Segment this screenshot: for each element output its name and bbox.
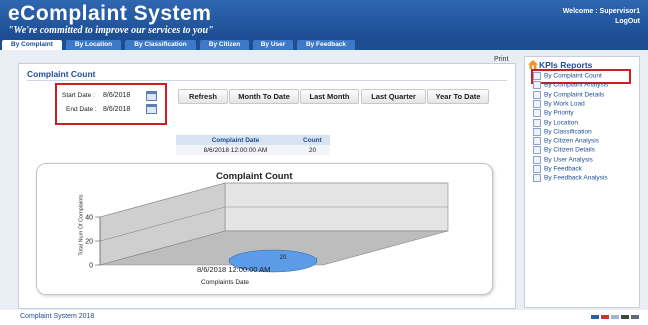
tab-by-feedback[interactable]: By Feedback: [297, 40, 355, 50]
tab-by-user[interactable]: By User: [253, 40, 293, 50]
kpi-item-by-work-load[interactable]: By Work Load: [533, 99, 585, 108]
theme-swatch[interactable]: [601, 315, 609, 319]
kpi-item-by-user-analysis[interactable]: By User Analysis: [533, 155, 593, 164]
refresh-button[interactable]: Refresh: [178, 89, 228, 104]
theme-swatch[interactable]: [631, 315, 639, 319]
document-icon: [533, 90, 541, 99]
month-to-date-button[interactable]: Month To Date: [229, 89, 299, 104]
kpi-item-by-feedback[interactable]: By Feedback: [533, 165, 582, 173]
document-icon: [533, 137, 541, 146]
kpi-item-label: By Work Load: [544, 100, 585, 108]
kpi-item-label: By Complaint Count: [544, 72, 602, 80]
tab-by-location[interactable]: By Location: [66, 40, 121, 50]
kpi-item-by-feedback-analysis[interactable]: By Feedback Analysis: [533, 174, 608, 183]
x-axis-title: Complaints Date: [201, 279, 250, 286]
kpi-item-label: By Feedback Analysis: [544, 175, 608, 183]
kpi-item-by-citizen-details[interactable]: By Citizen Details: [533, 146, 595, 155]
last-quarter-button[interactable]: Last Quarter: [361, 89, 426, 104]
kpi-item-label: By Priority: [544, 109, 574, 117]
divider: [27, 80, 507, 81]
tab-by-complaint[interactable]: By Complaint: [2, 40, 62, 50]
cell-date: 8/6/2018 12:00:00 AM: [176, 145, 295, 155]
home-icon: [528, 60, 538, 69]
kpi-item-label: By Complaint Analysis: [544, 82, 609, 90]
year-to-date-button[interactable]: Year To Date: [427, 89, 489, 104]
document-icon: [533, 72, 541, 80]
theme-swatch[interactable]: [611, 315, 619, 319]
kpi-item-by-citizen-analysis[interactable]: By Citizen Analysis: [533, 137, 599, 146]
kpi-item-label: By Feedback: [544, 165, 582, 173]
document-icon: [533, 146, 541, 155]
document-icon: [533, 155, 541, 164]
start-date-field[interactable]: 8/6/2018: [103, 92, 130, 99]
kpi-item-by-complaint-details[interactable]: By Complaint Details: [533, 90, 605, 99]
kpi-item-label: By Citizen Details: [544, 147, 595, 155]
chart-frame: [36, 163, 493, 295]
kpi-item-by-classification[interactable]: By Classification: [533, 127, 592, 136]
cell-count: 20: [294, 145, 330, 155]
app-title: eComplaint System: [8, 2, 212, 25]
theme-swatch[interactable]: [591, 315, 599, 319]
x-tick-label: 8/6/2018 12:00:00 AM: [197, 265, 271, 274]
kpi-item-label: By User Analysis: [544, 156, 593, 164]
calendar-icon[interactable]: [146, 91, 157, 101]
complaint-count-table: Complaint Date Count 8/6/2018 12:00:00 A…: [176, 135, 330, 155]
kpi-item-by-complaint-analysis[interactable]: By Complaint Analysis: [533, 81, 609, 90]
footer-text: Complaint System 2018: [20, 313, 95, 320]
document-icon: [533, 165, 541, 173]
welcome-text: Welcome : Supervisor1: [562, 8, 640, 15]
calendar-icon[interactable]: [146, 104, 157, 114]
kpi-item-by-priority[interactable]: By Priority: [533, 109, 574, 118]
section-title: Complaint Count: [27, 69, 96, 79]
logout-link[interactable]: LogOut: [615, 18, 640, 25]
document-icon: [533, 109, 541, 118]
y-axis-title: Total Num Of Complaints: [78, 194, 85, 256]
kpi-item-label: By Citizen Analysis: [544, 137, 599, 145]
kpi-item-label: By Complaint Details: [544, 91, 605, 99]
document-icon: [533, 127, 541, 136]
table-row: 8/6/2018 12:00:00 AM 20: [176, 145, 330, 155]
end-date-label: End Date :: [66, 106, 97, 113]
kpi-item-by-location[interactable]: By Location: [533, 118, 578, 127]
document-icon: [533, 81, 541, 90]
column-header-count: Count: [294, 135, 330, 145]
tab-by-citizen[interactable]: By Citizen: [200, 40, 249, 50]
document-icon: [533, 174, 541, 183]
theme-swatch[interactable]: [621, 315, 629, 319]
start-date-label: Start Date :: [62, 92, 95, 99]
print-link[interactable]: Print: [494, 56, 508, 63]
document-icon: [533, 99, 541, 108]
column-header-date: Complaint Date: [176, 135, 295, 145]
end-date-field[interactable]: 8/6/2018: [103, 106, 130, 113]
document-icon: [533, 118, 541, 127]
last-month-button[interactable]: Last Month: [300, 89, 359, 104]
chart-title: Complaint Count: [216, 171, 293, 182]
app-tagline: "We're committed to improve our services…: [8, 25, 214, 36]
kpi-item-label: By Classification: [544, 128, 592, 136]
kpi-item-label: By Location: [544, 119, 578, 127]
tab-by-classification[interactable]: By Classification: [125, 40, 196, 50]
footer: [0, 310, 648, 325]
kpi-item-by-complaint-count[interactable]: By Complaint Count: [533, 72, 602, 80]
